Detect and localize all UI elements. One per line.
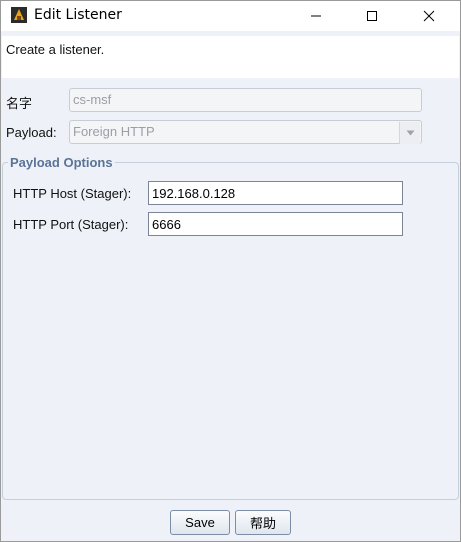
payload-label: Payload: — [6, 125, 57, 140]
http-host-label: HTTP Host (Stager): — [13, 186, 132, 201]
payload-options-title: Payload Options — [8, 155, 115, 170]
maximize-icon — [367, 11, 377, 21]
payload-select-value: Foreign HTTP — [73, 124, 155, 139]
description-panel: Create a listener. — [2, 36, 459, 78]
name-field[interactable]: cs-msf — [69, 88, 422, 112]
close-button[interactable] — [406, 1, 452, 31]
http-host-input[interactable] — [148, 181, 403, 205]
edit-listener-window: Edit Listener Create a listener. 名字 cs-m… — [0, 0, 461, 542]
name-label: 名字 — [6, 96, 33, 111]
minimize-icon — [311, 15, 321, 17]
window-title: Edit Listener — [34, 7, 122, 23]
http-port-label: HTTP Port (Stager): — [13, 217, 129, 232]
maximize-button[interactable] — [349, 1, 395, 31]
minimize-button[interactable] — [293, 1, 339, 31]
description-text: Create a listener. — [6, 42, 105, 57]
chevron-down-icon[interactable] — [399, 122, 420, 144]
http-port-input[interactable] — [148, 212, 403, 236]
payload-select[interactable]: Foreign HTTP — [69, 120, 422, 144]
help-button[interactable]: 帮助 — [235, 510, 291, 535]
close-icon — [423, 10, 435, 22]
save-button[interactable]: Save — [170, 510, 230, 535]
title-bar[interactable]: Edit Listener — [1, 1, 460, 31]
java-app-icon — [11, 7, 27, 23]
